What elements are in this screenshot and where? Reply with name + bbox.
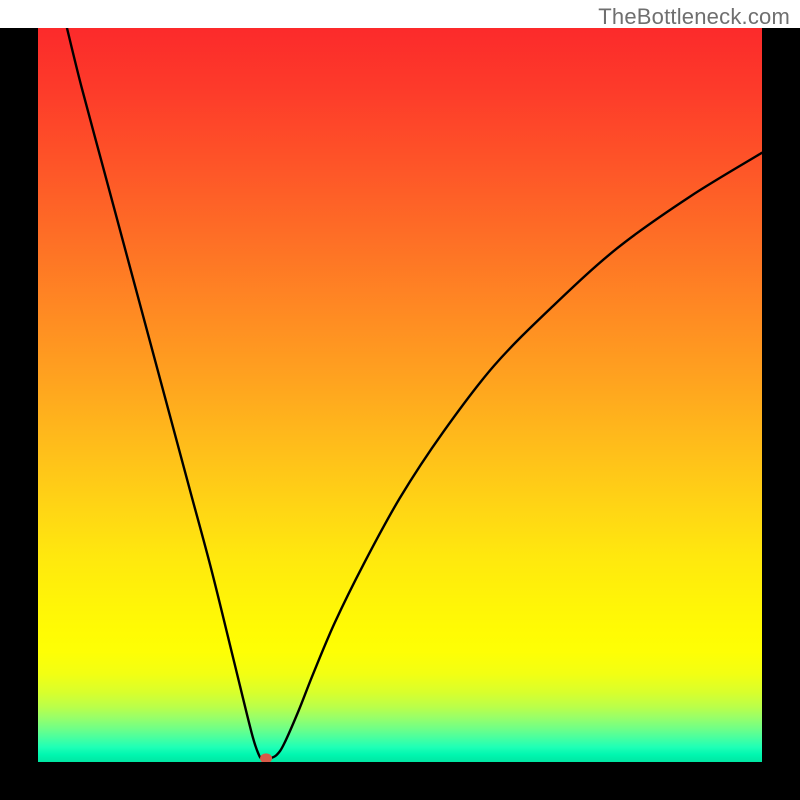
- plot-outer-frame: [0, 28, 800, 800]
- chart-container: TheBottleneck.com: [0, 0, 800, 800]
- optimum-marker: [260, 753, 272, 762]
- bottleneck-curve: [67, 28, 762, 759]
- watermark-text: TheBottleneck.com: [598, 4, 790, 30]
- curve-layer: [38, 28, 762, 762]
- plot-area: [38, 28, 762, 762]
